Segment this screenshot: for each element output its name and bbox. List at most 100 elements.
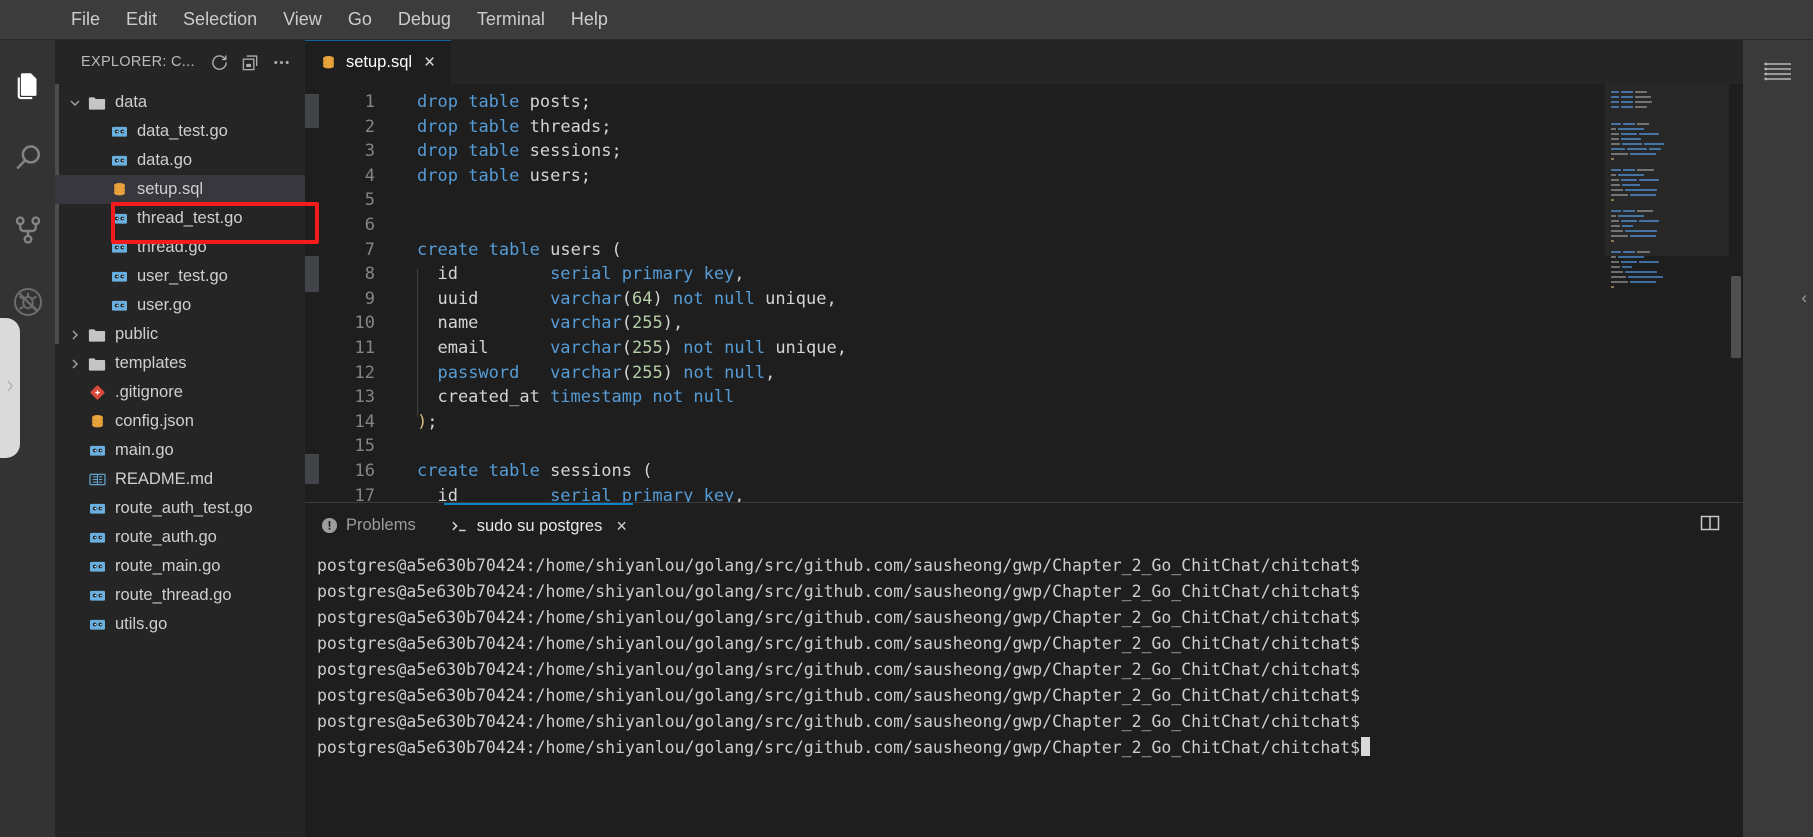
code-line[interactable]: drop table threads;: [417, 115, 1605, 140]
editor-group: setup.sql × 1 2 3 4 5 6 7 8 9 10 11 12 13 14 15 16 17 dro…: [305, 40, 1743, 837]
terminal-cursor: [1361, 737, 1371, 756]
tree-item-data[interactable]: data: [55, 88, 305, 117]
refresh-icon[interactable]: [210, 53, 229, 72]
code-line[interactable]: [417, 188, 1605, 213]
right-side-bar: ‹: [1743, 40, 1813, 837]
chevron-down-icon[interactable]: [65, 97, 85, 109]
panel-tab-label: sudo su postgres: [476, 516, 603, 535]
code-line[interactable]: [417, 213, 1605, 238]
tree-item-data-go[interactable]: data.go: [55, 146, 305, 175]
code-editor[interactable]: 1 2 3 4 5 6 7 8 9 10 11 12 13 14 15 16 17 drop table pos…: [305, 84, 1743, 502]
close-icon[interactable]: ×: [616, 516, 627, 537]
folder-icon: [85, 356, 109, 372]
tree-item-route-main-go[interactable]: route_main.go: [55, 552, 305, 581]
code-line[interactable]: create table sessions (: [417, 459, 1605, 484]
code-content[interactable]: 1 2 3 4 5 6 7 8 9 10 11 12 13 14 15 16 17 drop table pos…: [319, 84, 1605, 502]
code-lines[interactable]: drop table posts; drop table threads; drop…: [391, 90, 1605, 502]
tree-item--gitignore[interactable]: .gitignore: [55, 378, 305, 407]
tree-item-route-auth-test-go[interactable]: route_auth_test.go: [55, 494, 305, 523]
tree-item-readme-md[interactable]: README.md: [55, 465, 305, 494]
code-line[interactable]: name varchar(255),: [417, 311, 1605, 336]
tree-item-route-thread-go[interactable]: route_thread.go: [55, 581, 305, 610]
search-icon[interactable]: [4, 134, 52, 182]
more-actions-icon[interactable]: [272, 53, 291, 72]
code-line[interactable]: created_at timestamp not null: [417, 385, 1605, 410]
bottom-panel: Problems sudo su postgres × postgres@a5e63…: [305, 502, 1743, 837]
minimap-line: [1611, 260, 1721, 264]
panel-actions: [1699, 513, 1743, 538]
chevron-right-icon[interactable]: [65, 329, 85, 341]
close-icon[interactable]: ×: [422, 53, 437, 72]
panel-tab-sudo-su-postgres[interactable]: sudo su postgres ×: [443, 503, 633, 547]
code-line[interactable]: );: [417, 410, 1605, 435]
menu-item-view[interactable]: View: [270, 5, 335, 34]
warning-icon: [321, 517, 338, 534]
code-line[interactable]: email varchar(255) not null unique,: [417, 336, 1605, 361]
tree-item-thread-go[interactable]: thread.go: [55, 233, 305, 262]
editor-tab-label: setup.sql: [346, 53, 413, 71]
sidebar-header: EXPLORER: C...: [55, 40, 305, 84]
tree-item-label: public: [115, 325, 159, 343]
code-line[interactable]: drop table users;: [417, 164, 1605, 189]
explorer-icon[interactable]: [4, 62, 52, 110]
line-number: 16: [354, 460, 375, 481]
left-flyout-handle[interactable]: [0, 318, 20, 458]
tree-item-config-json[interactable]: config.json: [55, 407, 305, 436]
source-control-icon[interactable]: [4, 206, 52, 254]
tree-item-setup-sql[interactable]: setup.sql: [55, 175, 305, 204]
terminal-line: postgres@a5e630b70424:/home/shiyanlou/go…: [317, 735, 1743, 761]
line-number: 2: [364, 116, 375, 137]
code-line[interactable]: id serial primary key,: [417, 484, 1605, 503]
sidebar-title: EXPLORER: C...: [81, 54, 195, 70]
code-line[interactable]: uuid varchar(64) not null unique,: [417, 287, 1605, 312]
line-number: 15: [354, 436, 375, 457]
code-line[interactable]: id serial primary key,: [417, 262, 1605, 287]
sidebar-actions: [210, 53, 291, 72]
vscode-window: File Edit Selection View Go Debug Terminal Help: [0, 0, 1813, 837]
menu-item-file[interactable]: File: [58, 5, 113, 34]
menu-item-edit[interactable]: Edit: [113, 5, 170, 34]
tree-item-label: data.go: [137, 151, 193, 169]
tree-item-label: user_test.go: [137, 267, 228, 285]
tree-item-label: user.go: [137, 296, 192, 314]
minimap-slider[interactable]: [1605, 84, 1729, 256]
panel-tab-problems[interactable]: Problems: [315, 503, 422, 547]
tree-item-thread-test-go[interactable]: thread_test.go: [55, 204, 305, 233]
menu-item-terminal[interactable]: Terminal: [464, 5, 558, 34]
chevron-right-icon[interactable]: [65, 358, 85, 370]
editor-scrollbar[interactable]: [1729, 84, 1743, 502]
menu-item-debug[interactable]: Debug: [385, 5, 464, 34]
menu-item-selection[interactable]: Selection: [170, 5, 270, 34]
code-line[interactable]: password varchar(255) not null,: [417, 361, 1605, 386]
code-line[interactable]: [417, 434, 1605, 459]
tree-item-templates[interactable]: templates: [55, 349, 305, 378]
go-file-icon: [85, 530, 109, 545]
editor-minimap[interactable]: [1605, 84, 1729, 502]
menu-item-help[interactable]: Help: [558, 5, 621, 34]
folder-icon: [85, 327, 109, 343]
menu-item-go[interactable]: Go: [335, 5, 385, 34]
activity-bar: [0, 40, 55, 837]
list-lines-icon[interactable]: [1763, 60, 1793, 91]
tree-item-utils-go[interactable]: utils.go: [55, 610, 305, 639]
go-file-icon: [107, 298, 131, 313]
tree-item-data-test-go[interactable]: data_test.go: [55, 117, 305, 146]
editor-scrollbar-thumb[interactable]: [1731, 276, 1741, 358]
chevron-left-icon[interactable]: ‹: [1801, 288, 1807, 308]
tree-item-label: main.go: [115, 441, 174, 459]
split-terminal-icon[interactable]: [1699, 513, 1721, 538]
tree-item-main-go[interactable]: main.go: [55, 436, 305, 465]
sql-file-icon: [321, 55, 336, 71]
editor-decoration-ruler: [305, 84, 319, 502]
code-line[interactable]: drop table posts;: [417, 90, 1605, 115]
tree-item-user-go[interactable]: user.go: [55, 291, 305, 320]
code-line[interactable]: drop table sessions;: [417, 139, 1605, 164]
tree-item-user-test-go[interactable]: user_test.go: [55, 262, 305, 291]
editor-tab-setup-sql[interactable]: setup.sql ×: [305, 40, 452, 84]
terminal-output[interactable]: postgres@a5e630b70424:/home/shiyanlou/go…: [305, 547, 1743, 837]
collapse-all-icon[interactable]: [241, 53, 260, 72]
tree-item-public[interactable]: public: [55, 320, 305, 349]
tree-item-label: thread.go: [137, 238, 207, 256]
code-line[interactable]: create table users (: [417, 238, 1605, 263]
tree-item-route-auth-go[interactable]: route_auth.go: [55, 523, 305, 552]
